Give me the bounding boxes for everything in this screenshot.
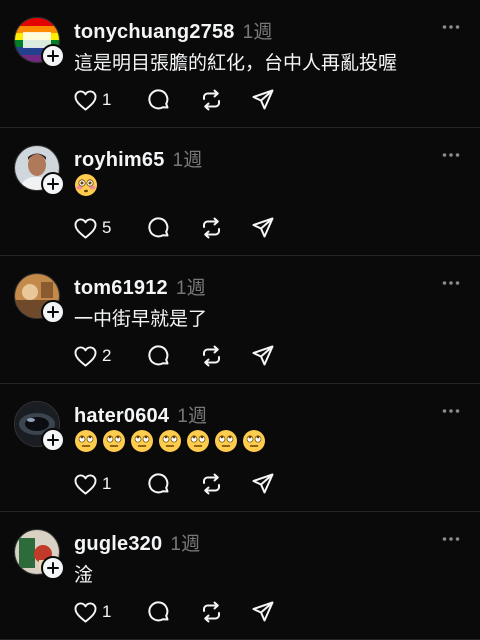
action-bar: 1 (74, 472, 274, 496)
reply-button[interactable] (148, 600, 200, 624)
follow-button[interactable] (41, 556, 65, 580)
avatar-container[interactable] (14, 145, 65, 196)
action-bar: 5 (74, 216, 274, 240)
heart-icon (74, 473, 97, 495)
like-button[interactable]: 1 (74, 88, 148, 112)
avatar-container[interactable] (14, 401, 65, 452)
follow-plus-icon (47, 434, 59, 446)
repost-icon (203, 473, 220, 495)
share-button[interactable] (252, 344, 274, 368)
follow-button[interactable] (41, 172, 65, 196)
like-button[interactable]: 5 (74, 216, 148, 240)
follow-plus-icon (47, 306, 59, 318)
avatar-container[interactable] (14, 273, 65, 324)
like-count: 1 (102, 602, 112, 621)
post-text: 一中街早就是了 (74, 309, 208, 330)
post-gugle320: gugle320 1週 淦 1 (0, 512, 480, 640)
repost-icon (203, 217, 220, 239)
heart-icon (74, 601, 97, 623)
post-text: 淦 (74, 565, 94, 586)
like-button[interactable]: 2 (74, 344, 148, 368)
post-time: 1週 (175, 278, 206, 299)
repost-icon (203, 601, 220, 623)
eye-roll-emoji (159, 430, 181, 452)
more-icon[interactable] (442, 536, 460, 542)
like-count: 1 (102, 90, 112, 109)
username[interactable]: hater0604 (74, 405, 169, 427)
repost-button[interactable] (200, 600, 252, 624)
eye-roll-emoji (103, 430, 125, 452)
follow-button[interactable] (41, 428, 65, 452)
action-bar: 1 (74, 600, 274, 624)
post-text: 這是明目張膽的紅化，台中人再亂投喔 (74, 53, 398, 74)
reply-button[interactable] (148, 472, 200, 496)
reply-button[interactable] (148, 216, 200, 240)
post-time: 1週 (170, 534, 201, 555)
reply-button[interactable] (148, 344, 200, 368)
eye-roll-emoji (131, 430, 153, 452)
follow-plus-icon (47, 178, 59, 190)
avatar-container[interactable] (14, 529, 65, 580)
like-count: 5 (102, 218, 112, 237)
action-bar: 2 (74, 344, 274, 368)
post-tom61912: tom61912 1週 一中街早就是了 2 (0, 256, 480, 384)
eye-roll-emoji (243, 430, 265, 452)
username[interactable]: tom61912 (74, 277, 168, 299)
more-icon[interactable] (442, 152, 460, 158)
repost-button[interactable] (200, 88, 252, 112)
share-icon (252, 89, 274, 110)
share-icon (252, 217, 274, 238)
eye-roll-emoji (215, 430, 237, 452)
action-bar: 1 (74, 88, 274, 112)
follow-button[interactable] (41, 44, 65, 68)
like-button[interactable]: 1 (74, 472, 148, 496)
repost-button[interactable] (200, 472, 252, 496)
more-icon[interactable] (442, 408, 460, 414)
reply-icon (148, 473, 169, 494)
share-icon (252, 345, 274, 366)
reply-icon (148, 89, 169, 110)
post-hater0604: hater0604 1週 1 (0, 384, 480, 512)
flushed-emoji (75, 174, 97, 196)
eye-roll-emoji (187, 430, 209, 452)
reply-button[interactable] (148, 88, 200, 112)
more-icon[interactable] (442, 24, 460, 30)
share-button[interactable] (252, 472, 274, 496)
heart-icon (74, 345, 97, 367)
repost-button[interactable] (200, 344, 252, 368)
like-count: 2 (102, 346, 112, 365)
like-count: 1 (102, 474, 112, 493)
avatar-container[interactable] (14, 17, 65, 68)
follow-plus-icon (47, 50, 59, 62)
reply-icon (148, 601, 169, 622)
post-time: 1週 (177, 406, 208, 427)
post-tonychuang2758: tonychuang2758 1週 這是明目張膽的紅化，台中人再亂投喔 1 (0, 0, 480, 128)
repost-icon (203, 89, 220, 111)
share-icon (252, 473, 274, 494)
repost-icon (203, 345, 220, 367)
share-button[interactable] (252, 88, 274, 112)
follow-plus-icon (47, 562, 59, 574)
share-button[interactable] (252, 600, 274, 624)
emoji-row (74, 173, 98, 197)
username[interactable]: royhim65 (74, 149, 165, 171)
username[interactable]: gugle320 (74, 533, 162, 555)
post-time: 1週 (172, 150, 203, 171)
eye-roll-emoji (75, 430, 97, 452)
heart-icon (74, 217, 97, 239)
share-icon (252, 601, 274, 622)
reply-icon (148, 217, 169, 238)
heart-icon (74, 89, 97, 111)
reply-icon (148, 345, 169, 366)
username[interactable]: tonychuang2758 (74, 21, 235, 43)
repost-button[interactable] (200, 216, 252, 240)
emoji-row (74, 429, 266, 453)
more-icon[interactable] (442, 280, 460, 286)
post-royhim65: royhim65 1週 5 (0, 128, 480, 256)
post-time: 1週 (242, 22, 273, 43)
share-button[interactable] (252, 216, 274, 240)
follow-button[interactable] (41, 300, 65, 324)
like-button[interactable]: 1 (74, 600, 148, 624)
